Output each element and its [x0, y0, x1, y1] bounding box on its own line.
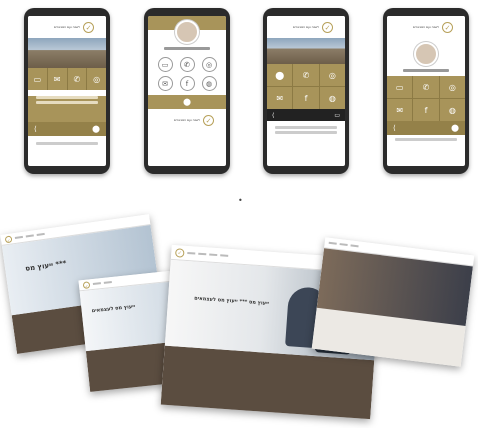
phone-icon[interactable]: ✆	[293, 64, 319, 86]
checkmark-badge-icon: ✓	[322, 21, 333, 33]
footer-text	[275, 131, 337, 134]
nav-item[interactable]	[220, 254, 229, 257]
phone-mockup-2: ▭ ✆ ◎ ✉ f ◍ ⬤ לשכה ועם הסניגורים ✓	[144, 8, 230, 174]
nav-item[interactable]	[339, 243, 348, 247]
location-pin-icon[interactable]: ⬤	[267, 64, 293, 86]
phone-mockup-3: לשכה ועם הסניגורים ✓ ⬤ ✆ ◎ ✉ f ◍ ⟨ ▭	[263, 8, 349, 174]
phone-icon[interactable]: ✆	[67, 68, 87, 90]
hero-title: ייעוץ מס ***	[24, 259, 67, 273]
nav-item[interactable]	[187, 251, 196, 255]
share-row: ⟨ ▭	[267, 109, 345, 121]
phone-screen: ▭ ✆ ◎ ✉ f ◍ ⬤ לשכה ועם הסניגורים ✓	[148, 16, 226, 166]
footer-section	[267, 126, 345, 146]
logo: לשכה ועם הסניגורים ✓	[387, 16, 465, 38]
phone-mockup-4: לשכה ועם הסניגורים ✓ ▭ ✆ ◎ ✉ f ◍ ⟨ ⬤	[383, 8, 469, 174]
logo: לשכה ועם הסניגורים ✓	[148, 109, 226, 131]
hero-title: ייעוץ מס *** ייעוץ מס לעצמאים	[193, 295, 270, 307]
footer-section	[28, 142, 106, 162]
phone-mockup-1: לשכה ועם הסניגורים ✓ ▭ ✉ ✆ ◎ ⟨ ⬤	[24, 8, 110, 174]
cover-photo	[267, 38, 345, 64]
nav-item[interactable]	[36, 232, 45, 236]
logo: לשכה ועם הסניגורים ✓	[267, 16, 345, 38]
avatar	[414, 42, 438, 66]
globe-icon[interactable]: ◍	[439, 99, 465, 121]
footer-text	[395, 138, 457, 141]
mail-icon[interactable]: ✉	[267, 87, 293, 109]
contact-card-icon[interactable]: ▭	[334, 112, 340, 119]
checkmark-badge-icon: ✓	[442, 21, 453, 33]
nav-item[interactable]	[92, 282, 101, 285]
logo-text: לשכה ועם הסניגורים	[292, 25, 319, 29]
footer-section	[387, 138, 465, 148]
phone-screen: לשכה ועם הסניגורים ✓ ▭ ✉ ✆ ◎ ⟨ ⬤	[28, 16, 106, 166]
circle-icon-grid: ▭ ✆ ◎ ✉ f ◍	[148, 53, 226, 95]
name-text	[403, 69, 449, 72]
logo-badge-icon: ✓	[4, 234, 13, 243]
mail-icon[interactable]: ✉	[387, 99, 413, 121]
facebook-icon[interactable]: f	[293, 87, 319, 109]
nav-item[interactable]	[198, 252, 207, 256]
globe-icon[interactable]: ◍	[319, 87, 345, 109]
phone-icon[interactable]: ✆	[179, 57, 195, 72]
cover-photo	[28, 38, 106, 68]
location-pin-icon[interactable]: ⬤	[92, 125, 100, 133]
whatsapp-icon[interactable]: ◎	[201, 57, 217, 72]
mail-icon[interactable]: ✉	[47, 68, 67, 90]
nav-item[interactable]	[328, 241, 337, 245]
nav-item[interactable]	[14, 235, 24, 240]
mail-icon[interactable]: ✉	[157, 76, 173, 91]
nav-item[interactable]	[350, 244, 359, 248]
checkmark-badge-icon: ✓	[83, 21, 94, 33]
phone-screen: לשכה ועם הסניגורים ✓ ⬤ ✆ ◎ ✉ f ◍ ⟨ ▭	[267, 16, 345, 166]
share-icon[interactable]: ⟨	[34, 125, 37, 133]
contact-grid: ▭ ✉ ✆ ◎	[28, 68, 106, 90]
avatar	[175, 20, 199, 44]
logo: לשכה ועם הסניגורים ✓	[28, 16, 106, 38]
share-icon[interactable]: ⟨	[393, 124, 396, 132]
contact-grid: ⬤ ✆ ◎ ✉ f ◍	[267, 64, 345, 109]
whatsapp-icon[interactable]: ◎	[439, 76, 465, 98]
logo-badge-icon: ✓	[82, 280, 91, 289]
contact-card-icon[interactable]: ▭	[157, 57, 173, 72]
footer-text	[275, 126, 337, 129]
logo-text: לשכה ועם הסניגורים	[173, 118, 200, 122]
checkmark-badge-icon: ✓	[203, 114, 214, 126]
name-text	[164, 47, 210, 50]
logo-text: לשכה ועם הסניגורים	[53, 25, 80, 29]
phone-screen: לשכה ועם הסניגורים ✓ ▭ ✆ ◎ ✉ f ◍ ⟨ ⬤	[387, 16, 465, 166]
whatsapp-icon[interactable]: ◎	[87, 68, 106, 90]
nav-item[interactable]	[103, 281, 112, 284]
facebook-icon[interactable]: f	[413, 99, 439, 121]
logo-text: לשכה ועם הסניגורים	[412, 25, 439, 29]
website-mockup-4	[311, 237, 475, 367]
separator-dot: •	[238, 196, 243, 205]
facebook-icon[interactable]: f	[179, 76, 195, 91]
footer-text	[36, 142, 98, 145]
info-text	[36, 96, 98, 99]
info-text	[36, 101, 98, 104]
contact-grid: ▭ ✆ ◎ ✉ f ◍	[387, 76, 465, 121]
whatsapp-icon[interactable]: ◎	[319, 64, 345, 86]
share-icon[interactable]: ⟨	[272, 112, 274, 119]
nav-item[interactable]	[25, 234, 34, 238]
location-pin-icon[interactable]: ⬤	[451, 124, 459, 132]
nav-item[interactable]	[209, 253, 218, 257]
logo-badge-icon: ✓	[175, 247, 185, 258]
phone-icon[interactable]: ✆	[413, 76, 439, 98]
share-row: ⟨ ⬤	[387, 121, 465, 135]
location-pin-icon[interactable]: ⬤	[183, 98, 191, 106]
location-row: ⬤	[148, 95, 226, 109]
share-row: ⟨ ⬤	[28, 122, 106, 136]
contact-card-icon[interactable]: ▭	[28, 68, 47, 90]
contact-card-icon[interactable]: ▭	[387, 76, 413, 98]
info-section	[28, 96, 106, 122]
globe-icon[interactable]: ◍	[201, 76, 217, 91]
